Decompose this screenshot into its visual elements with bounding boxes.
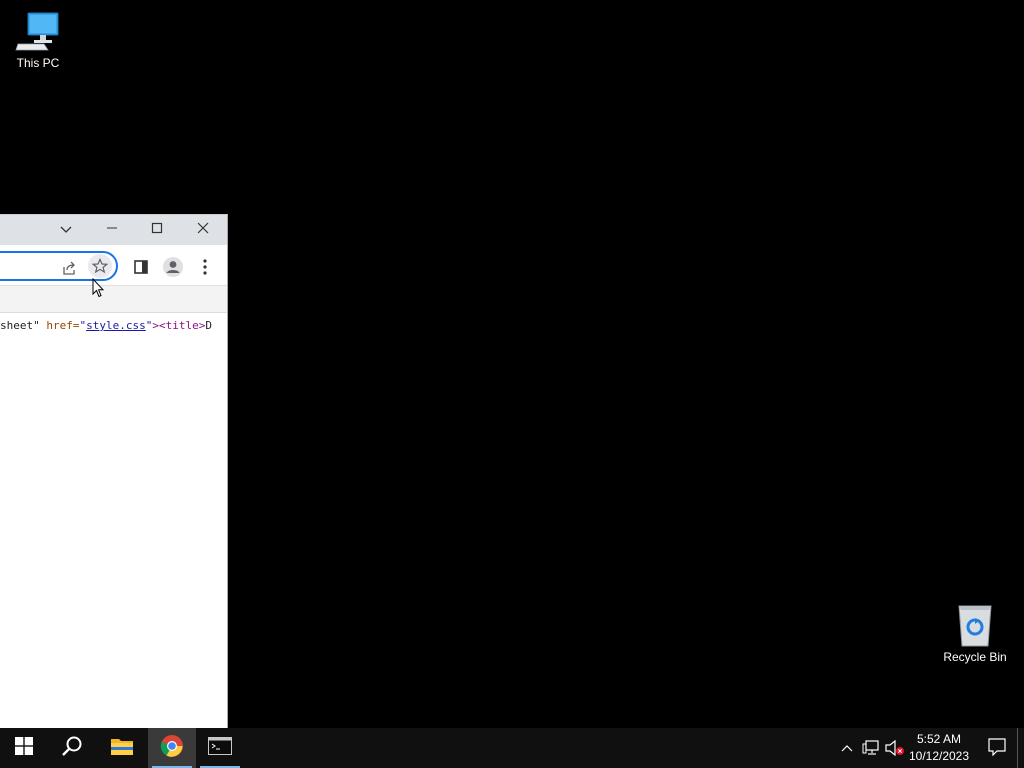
side-panel-icon[interactable]: [129, 255, 153, 279]
volume-muted-icon[interactable]: [885, 738, 905, 758]
source-link[interactable]: style.css: [86, 319, 146, 332]
desktop-icon-this-pc[interactable]: This PC: [0, 10, 76, 70]
source-title-tag: <title>: [158, 319, 206, 332]
source-tag-close: >: [152, 319, 159, 332]
chevron-up-icon[interactable]: [837, 738, 857, 758]
search-button[interactable]: [48, 728, 96, 768]
address-bar[interactable]: [0, 251, 118, 281]
desktop-icon-label: Recycle Bin: [943, 650, 1007, 664]
close-icon: [197, 221, 209, 239]
profile-icon[interactable]: [161, 255, 185, 279]
terminal-icon: [208, 736, 232, 760]
minimize-button[interactable]: [90, 215, 134, 245]
show-desktop-button[interactable]: [1017, 728, 1024, 768]
minimize-icon: [106, 221, 118, 239]
chrome-icon: [160, 734, 184, 763]
source-text: sheet": [0, 319, 40, 332]
taskbar: 5:52 AM 10/12/2023: [0, 728, 1024, 768]
browser-toolbar: [0, 245, 227, 286]
browser-titlebar: [0, 215, 227, 245]
browser-window: sheet" href="style.css"><title>D: [0, 214, 228, 729]
network-icon[interactable]: [861, 738, 881, 758]
source-attribute: href=: [39, 319, 80, 332]
desktop-icon-recycle-bin[interactable]: Recycle Bin: [937, 602, 1013, 664]
taskbar-file-explorer[interactable]: [98, 728, 146, 768]
notification-icon[interactable]: [988, 738, 1006, 761]
bookmarks-bar: [0, 286, 227, 313]
page-source-view: sheet" href="style.css"><title>D: [0, 313, 227, 332]
chevron-down-icon: [60, 221, 72, 239]
recycle-bin-icon: [937, 602, 1013, 648]
start-icon: [15, 736, 33, 760]
star-icon[interactable]: [88, 254, 112, 278]
start-button[interactable]: [0, 728, 48, 768]
desktop-icon-label: This PC: [16, 56, 60, 70]
clock-date: 10/12/2023: [908, 749, 970, 763]
source-text-tail: D: [205, 319, 212, 332]
close-button[interactable]: [181, 215, 225, 245]
search-icon: [61, 735, 83, 762]
system-clock[interactable]: 5:52 AM 10/12/2023: [906, 731, 972, 765]
maximize-button[interactable]: [135, 215, 179, 245]
clock-time: 5:52 AM: [916, 732, 962, 746]
file-explorer-icon: [110, 736, 134, 761]
tab-search-button[interactable]: [44, 215, 88, 245]
computer-icon: [0, 10, 76, 54]
taskbar-chrome[interactable]: [148, 728, 196, 768]
menu-icon[interactable]: [193, 255, 217, 279]
mouse-pointer-icon: [92, 277, 105, 303]
taskbar-terminal[interactable]: [196, 728, 244, 768]
maximize-icon: [151, 221, 163, 239]
share-icon[interactable]: [60, 259, 78, 277]
